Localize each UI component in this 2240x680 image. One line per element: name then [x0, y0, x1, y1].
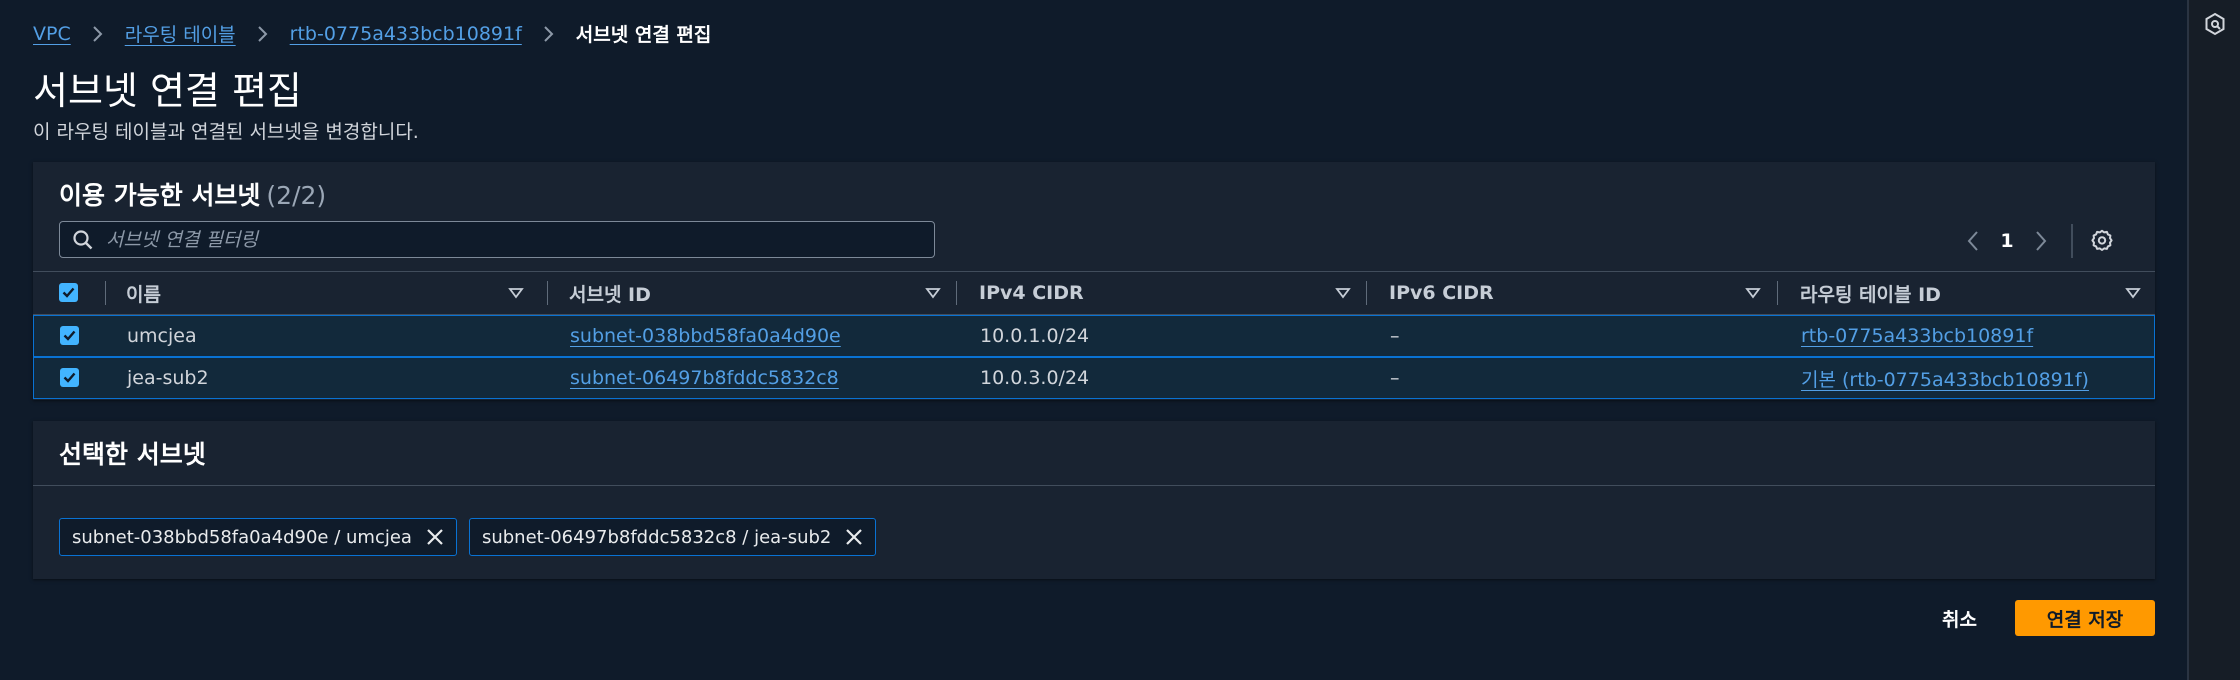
sort-caret-icon [925, 288, 941, 299]
row-checkbox[interactable] [60, 326, 79, 345]
sort-caret-icon [2125, 288, 2141, 299]
column-separator [547, 281, 548, 305]
pagination: 1 [1959, 224, 2117, 258]
row-checkbox[interactable] [60, 368, 79, 387]
close-icon [427, 529, 443, 545]
cell-subnet-id-link[interactable]: subnet-06497b8fddc5832c8 [570, 367, 839, 389]
table-row[interactable]: jea-sub2 subnet-06497b8fddc5832c8 10.0.3… [33, 357, 2155, 399]
pager-divider [2071, 224, 2073, 258]
column-header-subnet-id[interactable]: 서브넷 ID [569, 272, 955, 314]
page-title: 서브넷 연결 편집 [33, 69, 302, 113]
remove-token-button[interactable] [843, 526, 865, 548]
selected-subnets-title: 선택한 서브넷 [59, 440, 206, 469]
column-header-route-table-id[interactable]: 라우팅 테이블 ID [1800, 272, 2155, 314]
breadcrumb-route-table-id[interactable]: rtb-0775a433bcb10891f [290, 23, 522, 45]
selected-subnets-body: subnet-038bbd58fa0a4d90e / umcjea subnet… [33, 485, 2155, 579]
checkmark-icon [63, 330, 76, 341]
current-page[interactable]: 1 [1987, 230, 2027, 252]
select-all-checkbox[interactable] [59, 283, 78, 302]
remove-token-button[interactable] [424, 526, 446, 548]
column-separator [1366, 281, 1367, 305]
page-description: 이 라우팅 테이블과 연결된 서브넷을 변경합니다. [33, 121, 419, 143]
selected-subnets-panel: 선택한 서브넷 subnet-038bbd58fa0a4d90e / umcje… [33, 421, 2155, 579]
subnet-filter[interactable] [59, 221, 935, 258]
available-subnets-panel: 이용 가능한 서브넷(2/2) 1 [33, 162, 2155, 400]
save-associations-button[interactable]: 연결 저장 [2015, 600, 2155, 636]
subnets-table: 이름 서브넷 ID IPv4 CIDR IPv6 CIDR 라우팅 테이블 ID… [33, 271, 2155, 399]
next-page-button[interactable] [2027, 226, 2055, 256]
chevron-right-icon [257, 25, 268, 42]
cell-subnet-id-link[interactable]: subnet-038bbd58fa0a4d90e [570, 325, 841, 347]
column-header-ipv6-cidr[interactable]: IPv6 CIDR [1389, 272, 1775, 314]
breadcrumb: VPC 라우팅 테이블 rtb-0775a433bcb10891f 서브넷 연결… [33, 20, 711, 47]
column-separator [1777, 281, 1778, 305]
column-separator [956, 281, 957, 305]
cancel-button[interactable]: 취소 [1942, 605, 1977, 632]
gear-icon [2091, 229, 2113, 251]
cell-ipv6-cidr: – [1390, 325, 1400, 347]
table-row[interactable]: umcjea subnet-038bbd58fa0a4d90e 10.0.1.0… [33, 315, 2155, 357]
available-subnets-title: 이용 가능한 서브넷 (2/2) [59, 181, 327, 210]
selected-tokens: subnet-038bbd58fa0a4d90e / umcjea subnet… [59, 518, 877, 556]
cell-name: jea-sub2 [127, 367, 209, 389]
subnet-filter-input[interactable] [106, 228, 934, 251]
close-icon [846, 529, 863, 545]
breadcrumb-current: 서브넷 연결 편집 [575, 24, 712, 46]
selected-subnet-token: subnet-06497b8fddc5832c8 / jea-sub2 [468, 518, 877, 556]
chevron-right-icon [544, 25, 554, 42]
info-panel-icon[interactable] [2203, 12, 2227, 36]
chevron-right-icon [93, 25, 103, 42]
cell-ipv4-cidr: 10.0.1.0/24 [980, 325, 1090, 347]
checkmark-icon [63, 372, 76, 383]
chevron-right-icon [2036, 231, 2047, 251]
right-tools-rail [2187, 0, 2240, 680]
token-label: subnet-038bbd58fa0a4d90e / umcjea [72, 526, 412, 548]
sort-caret-icon [1745, 288, 1761, 299]
search-icon [73, 229, 93, 249]
sort-caret-icon [508, 288, 524, 299]
cell-ipv4-cidr: 10.0.3.0/24 [980, 367, 1090, 389]
chevron-left-icon [1967, 231, 1978, 251]
token-label: subnet-06497b8fddc5832c8 / jea-sub2 [481, 526, 832, 548]
table-preferences-button[interactable] [2087, 226, 2117, 256]
form-actions: 취소 연결 저장 [1942, 600, 2155, 636]
column-separator [105, 281, 106, 305]
checkmark-icon [62, 287, 75, 298]
column-header-name[interactable]: 이름 [126, 272, 538, 314]
cell-route-table-link[interactable]: 기본 (rtb-0775a433bcb10891f) [1801, 365, 2089, 392]
selected-subnet-token: subnet-038bbd58fa0a4d90e / umcjea [59, 518, 457, 556]
cell-ipv6-cidr: – [1390, 367, 1400, 389]
breadcrumb-route-tables[interactable]: 라우팅 테이블 [125, 20, 236, 47]
cell-name: umcjea [127, 325, 197, 347]
sort-caret-icon [1335, 288, 1351, 299]
previous-page-button[interactable] [1959, 226, 1987, 256]
column-header-ipv4-cidr[interactable]: IPv4 CIDR [979, 272, 1365, 314]
breadcrumb-vpc[interactable]: VPC [33, 23, 71, 45]
available-subnets-count: (2/2) [266, 181, 327, 210]
table-header: 이름 서브넷 ID IPv4 CIDR IPv6 CIDR 라우팅 테이블 ID [33, 271, 2155, 315]
cell-route-table-link[interactable]: rtb-0775a433bcb10891f [1801, 325, 2033, 347]
